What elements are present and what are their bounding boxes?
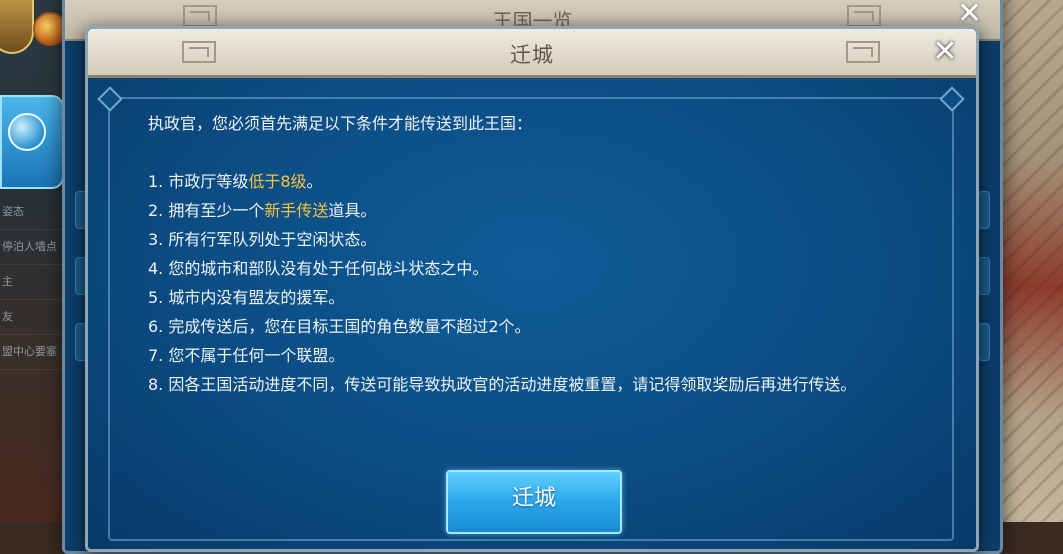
condition-item: 4. 您的城市和部队没有处于任何战斗状态之中。 xyxy=(148,259,489,278)
condition-item: 2. 拥有至少一个新手传送道具。 xyxy=(148,201,377,220)
intro-text: 执政官，您必须首先满足以下条件才能传送到此王国： xyxy=(148,114,533,133)
condition-item: 6. 完成传送后，您在目标王国的角色数量不超过2个。 xyxy=(148,317,531,336)
player-avatar[interactable] xyxy=(0,0,34,54)
condition-item: 5. 城市内没有盟友的援军。 xyxy=(148,288,345,307)
relocate-dialog: 迁城 ✕ 执政官，您必须首先满足以下条件才能传送到此王国： 1. 市政厅等级低于… xyxy=(85,26,979,552)
conditions-text: 执政官，您必须首先满足以下条件才能传送到此王国： 1. 市政厅等级低于8级。 2… xyxy=(148,109,938,399)
dialog-title: 迁城 xyxy=(510,43,554,67)
side-tab[interactable] xyxy=(978,257,990,295)
condition-item: 1. 市政厅等级低于8级。 xyxy=(148,172,323,191)
globe-icon xyxy=(8,113,46,151)
world-map-tab[interactable] xyxy=(0,95,64,189)
condition-item: 3. 所有行军队列处于空闲状态。 xyxy=(148,230,377,249)
close-icon[interactable]: ✕ xyxy=(957,0,982,29)
highlight-text: 新手传送 xyxy=(264,201,329,220)
side-tab[interactable] xyxy=(978,191,990,229)
side-tab[interactable] xyxy=(978,323,990,361)
highlight-text: 低于8级 xyxy=(248,172,307,191)
close-icon[interactable]: ✕ xyxy=(928,35,962,69)
condition-item: 8. 因各王国活动进度不同，传送可能导致执政官的活动进度被重置，请记得领取奖励后… xyxy=(148,375,857,394)
dialog-header: 迁城 ✕ xyxy=(88,29,976,78)
condition-item: 7. 您不属于任何一个联盟。 xyxy=(148,346,345,365)
relocate-confirm-button[interactable]: 迁城 xyxy=(446,470,622,534)
